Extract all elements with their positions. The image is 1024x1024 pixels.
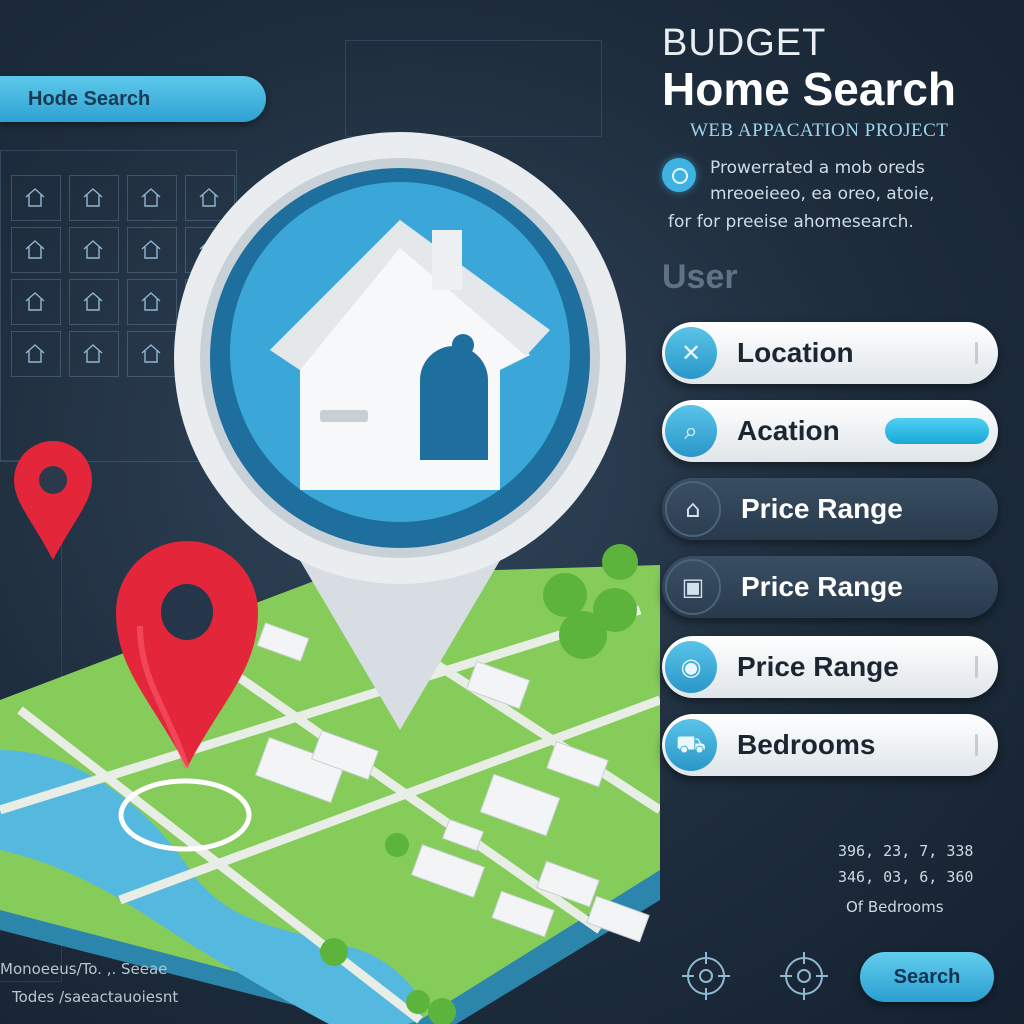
- map-pin-icon: ◉: [665, 641, 717, 693]
- search-icon: ⌕: [665, 405, 717, 457]
- price-range-field-label: Price Range: [737, 651, 899, 682]
- acation-field-label: Acation: [737, 415, 840, 446]
- stats-caption: Of Bedrooms: [846, 898, 944, 916]
- description-line: for for preeise ahomesearch.: [668, 212, 914, 232]
- search-button[interactable]: Search: [860, 952, 994, 1002]
- location-icon: ✕: [665, 327, 717, 379]
- page-title: Home Search: [662, 63, 957, 115]
- stats-line: 396, 23, 7, 338: [838, 842, 974, 860]
- house-icon: ⌂: [665, 481, 721, 537]
- user-section-label: User: [662, 258, 738, 296]
- crosshair-icon[interactable]: [778, 950, 830, 1002]
- footer-text: Todes /saeactauoiesnt: [12, 988, 179, 1006]
- bedrooms-field[interactable]: ⛟ Bedrooms: [662, 714, 998, 776]
- field-highlight-bar: [885, 418, 989, 444]
- price-range-field[interactable]: ⌂ Price Range: [662, 478, 998, 540]
- price-range-field[interactable]: ◉ Price Range: [662, 636, 998, 698]
- bedrooms-field-label: Bedrooms: [737, 729, 876, 760]
- stats-line: 346, 03, 6, 360: [838, 868, 974, 886]
- app-title-prefix: BUDGET: [662, 22, 827, 64]
- location-field[interactable]: ✕ Location: [662, 322, 998, 384]
- house-badge-pin: [174, 132, 626, 730]
- calculator-icon: ▣: [665, 559, 721, 615]
- info-icon: [662, 158, 696, 192]
- crosshair-icon[interactable]: [680, 950, 732, 1002]
- page-subtitle: WEB APPACATION PROJECT: [690, 120, 949, 141]
- field-cursor: [975, 734, 978, 756]
- location-field-label: Location: [737, 337, 854, 368]
- price-range-field[interactable]: ▣ Price Range: [662, 556, 998, 618]
- map-pin-icon: [14, 441, 92, 560]
- footer-text: Monoeeus/To. ,. Seeae: [0, 960, 168, 978]
- search-button-label: Search: [893, 965, 961, 988]
- acation-field[interactable]: ⌕ Acation: [662, 400, 998, 462]
- bed-icon: ⛟: [665, 719, 717, 771]
- price-range-field-label: Price Range: [741, 493, 903, 524]
- field-cursor: [975, 342, 978, 364]
- field-cursor: [975, 656, 978, 678]
- description-line: mreoeieeo, ea oreo, atoie,: [710, 184, 935, 204]
- description-line: Prowerrated a mob oreds: [710, 158, 925, 178]
- price-range-field-label: Price Range: [741, 571, 903, 602]
